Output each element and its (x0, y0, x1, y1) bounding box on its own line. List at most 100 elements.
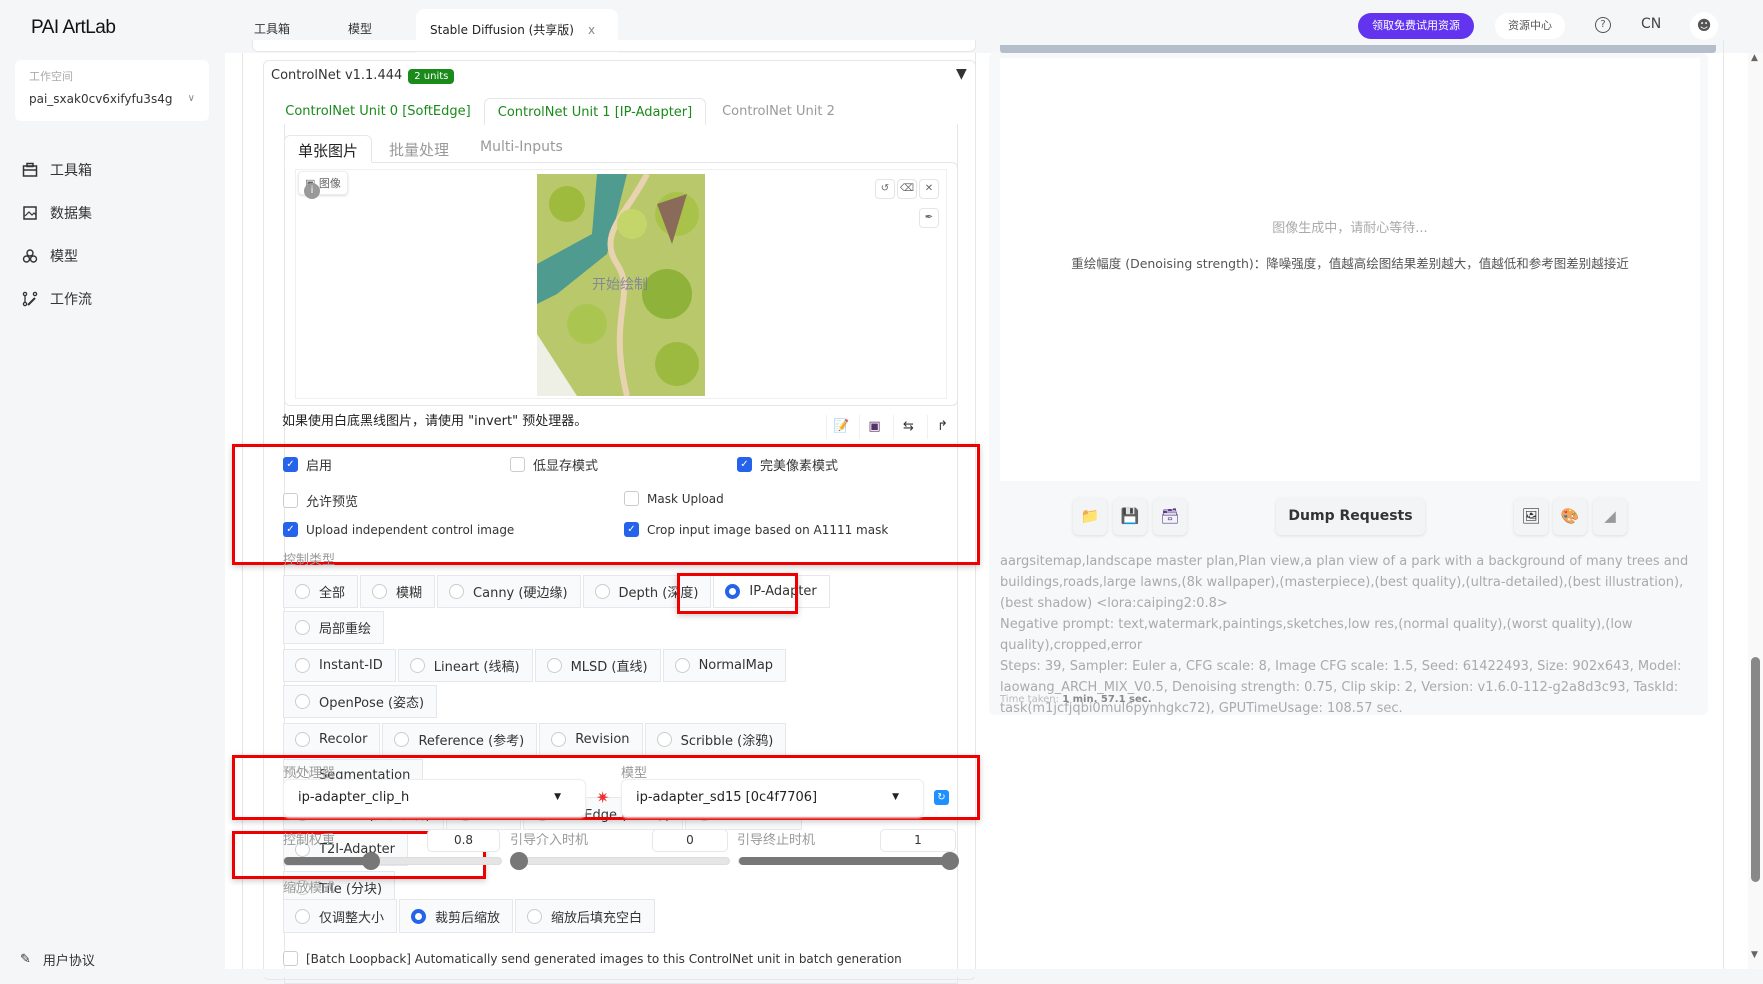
start-slider[interactable] (510, 852, 730, 870)
brush-icon[interactable]: ✒ (919, 208, 939, 228)
user-avatar-icon[interactable]: ☻ (1690, 12, 1718, 40)
sidebar-item-models[interactable]: 模型 (22, 246, 78, 266)
send-to-img2img-icon[interactable]: 🖼 (1514, 498, 1548, 535)
send-to-extras-icon[interactable]: ◢ (1593, 498, 1627, 535)
end-input[interactable]: 1 (880, 829, 956, 852)
close-icon[interactable]: ✕ (919, 179, 939, 199)
help-icon[interactable]: ? (1595, 17, 1611, 33)
checkbox-pixel-perfect[interactable]: ✓ 完美像素模式 (737, 455, 838, 474)
scroll-up-icon[interactable]: ▲ (1751, 53, 1758, 63)
checkbox-allow-preview[interactable]: 允许预览 (283, 491, 358, 510)
radio-unselected[interactable] (372, 584, 388, 599)
control-type-option[interactable]: 模糊 (360, 575, 436, 608)
radio-unselected[interactable] (295, 732, 310, 747)
sidebar-item-workflow[interactable]: 工作流 (22, 289, 92, 309)
checkbox-low-vram[interactable]: 低显存模式 (510, 455, 598, 474)
refresh-icon[interactable]: ↻ (934, 790, 949, 805)
radio-unselected[interactable] (295, 694, 310, 709)
language-switch[interactable]: CN (1641, 16, 1661, 32)
control-type-option[interactable]: MLSD (直线) (534, 649, 661, 682)
scrollbar[interactable]: ▲ ▼ (1748, 53, 1763, 969)
checkbox-unchecked[interactable] (624, 491, 639, 506)
radio-unselected[interactable] (551, 732, 567, 747)
collapse-triangle-icon[interactable]: ▼ (956, 66, 967, 82)
end-slider-thumb[interactable] (941, 852, 959, 870)
radio-unselected[interactable] (295, 620, 310, 635)
checkbox-unchecked[interactable] (283, 493, 298, 508)
control-type-option[interactable]: 全部 (283, 575, 359, 608)
zip-save-icon[interactable]: 🗃 (1153, 498, 1187, 535)
tab-toolbox[interactable]: 工具箱 (254, 20, 290, 37)
weight-slider[interactable] (283, 852, 502, 870)
tab-unit-2[interactable]: ControlNet Unit 2 (708, 98, 849, 125)
checkbox-upload-independent[interactable]: ✓ Upload independent control image (283, 522, 514, 537)
preprocessor-select[interactable]: ip-adapter_clip_h ▼ (283, 779, 586, 817)
send-to-inpaint-icon[interactable]: 🎨 (1553, 498, 1587, 535)
radio-unselected[interactable] (295, 908, 310, 924)
radio-unselected[interactable] (656, 732, 672, 747)
checkbox-mask-upload[interactable]: Mask Upload (624, 491, 724, 506)
weight-slider-thumb[interactable] (361, 852, 380, 870)
tab-single-image[interactable]: 单张图片 (284, 135, 373, 163)
checkbox-checked[interactable]: ✓ (737, 457, 752, 472)
checkbox-checked[interactable]: ✓ (624, 522, 639, 537)
checkbox-unchecked[interactable] (510, 457, 525, 472)
radio-unselected[interactable] (546, 658, 562, 673)
edit-document-icon[interactable]: 📝 (826, 415, 856, 439)
end-slider[interactable] (738, 852, 959, 870)
tab-batch[interactable]: 批量处理 (376, 135, 462, 163)
scrollbar-thumb[interactable] (1751, 657, 1760, 882)
controlnet-title[interactable]: ControlNet v1.1.444 2 units (271, 68, 455, 84)
control-type-option[interactable]: Instant-ID (283, 649, 396, 682)
close-icon[interactable]: x (588, 23, 595, 37)
open-folder-icon[interactable]: 📁 (1073, 498, 1107, 535)
sidebar-item-dataset[interactable]: 数据集 (22, 203, 92, 223)
checkbox-checked[interactable]: ✓ (283, 457, 298, 472)
resize-mode-option[interactable]: 缩放后填充空白 (515, 899, 656, 933)
resource-center-button[interactable]: 资源中心 (1495, 13, 1565, 39)
start-slider-thumb[interactable] (510, 852, 528, 870)
radio-unselected[interactable] (409, 658, 425, 673)
tab-models[interactable]: 模型 (348, 20, 372, 37)
control-type-option[interactable]: NormalMap (662, 649, 787, 682)
radio-unselected[interactable] (594, 584, 610, 599)
control-type-option[interactable]: Reference (参考) (382, 723, 538, 756)
start-input[interactable]: 0 (652, 829, 728, 852)
checkbox-enable[interactable]: ✓ 启用 (283, 455, 332, 474)
sidebar-item-toolbox[interactable]: 工具箱 (22, 160, 92, 180)
eraser-icon[interactable]: ⌫ (897, 179, 917, 199)
radio-unselected[interactable] (295, 658, 310, 673)
control-type-option[interactable]: Recolor (283, 723, 381, 756)
radio-unselected[interactable] (674, 658, 690, 673)
weight-input[interactable]: 0.8 (427, 829, 500, 852)
tab-unit-0[interactable]: ControlNet Unit 0 [SoftEdge] (275, 98, 481, 125)
undo-icon[interactable]: ↺ (875, 179, 895, 199)
control-type-option[interactable]: Canny (硬边缘) (437, 575, 581, 608)
radio-unselected[interactable] (449, 584, 465, 599)
resize-mode-option[interactable]: 裁剪后缩放 (399, 899, 514, 933)
tab-multi-inputs[interactable]: Multi-Inputs (467, 135, 576, 163)
checkbox-unchecked[interactable] (283, 951, 298, 966)
scroll-down-icon[interactable]: ▼ (1751, 950, 1758, 960)
workspace-selector[interactable]: 工作空间 pai_sxak0cv6xifyfu3s4g ∨ (15, 60, 209, 121)
radio-selected[interactable] (411, 908, 427, 924)
control-type-option[interactable]: Scribble (涂鸦) (644, 723, 787, 756)
resize-mode-option[interactable]: 仅调整大小 (283, 899, 398, 933)
checkbox-crop-input[interactable]: ✓ Crop input image based on A1111 mask (624, 522, 888, 537)
dump-requests-button[interactable]: Dump Requests (1276, 498, 1425, 535)
user-agreement-link[interactable]: ✎ 用户协议 (20, 950, 95, 969)
control-type-option[interactable]: Lineart (线稿) (397, 649, 533, 682)
radio-unselected[interactable] (394, 732, 410, 747)
run-preprocessor-icon[interactable]: ✷ (596, 788, 609, 807)
control-type-option[interactable]: OpenPose (姿态) (283, 685, 438, 718)
camera-icon[interactable]: ▣ (859, 415, 889, 439)
model-select[interactable]: ip-adapter_sd15 [0c4f7706] ▼ (621, 779, 924, 817)
swap-icon[interactable]: ⇆ (893, 415, 923, 439)
radio-unselected[interactable] (527, 908, 543, 924)
control-type-option[interactable]: Revision (539, 723, 643, 756)
send-dimensions-icon[interactable]: ↱ (927, 415, 957, 439)
radio-unselected[interactable] (295, 584, 310, 599)
free-trial-button[interactable]: 领取免费试用资源 (1358, 13, 1474, 39)
checkbox-checked[interactable]: ✓ (283, 522, 298, 537)
tab-unit-1[interactable]: ControlNet Unit 1 [IP-Adapter] (484, 98, 706, 125)
